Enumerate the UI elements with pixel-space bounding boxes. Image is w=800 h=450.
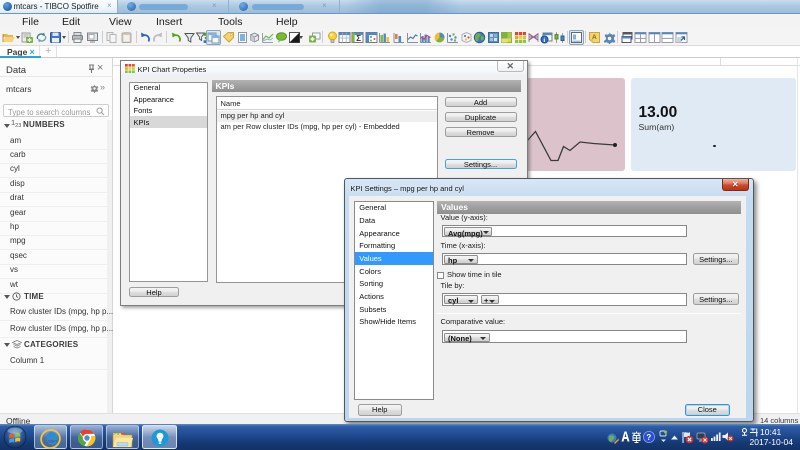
svg-text:Σ: Σ (356, 34, 361, 43)
svg-text:A: A (592, 34, 597, 41)
svg-text:?: ? (646, 432, 651, 441)
svg-text:i: i (543, 37, 545, 44)
